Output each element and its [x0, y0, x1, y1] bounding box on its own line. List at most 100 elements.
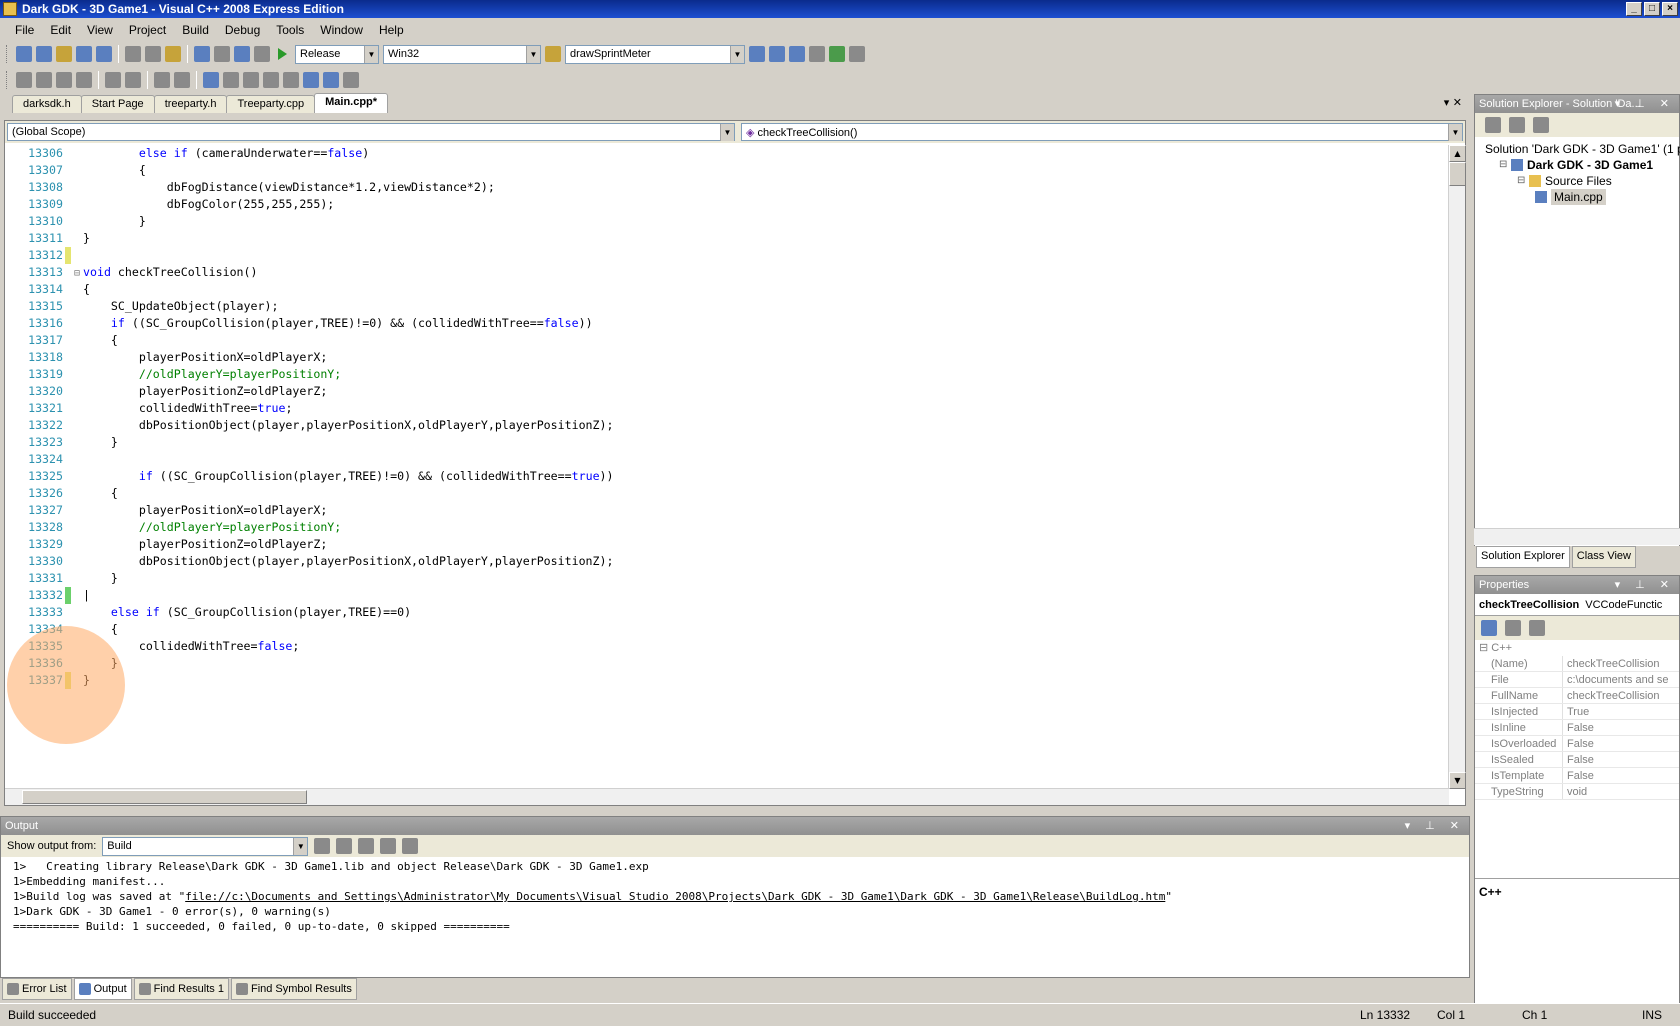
solution-horizontal-scrollbar[interactable] — [1474, 528, 1680, 545]
code-line[interactable]: 13325 if ((SC_GroupCollision(player,TREE… — [5, 468, 1447, 485]
code-line[interactable]: 13324 — [5, 451, 1447, 468]
property-row[interactable]: IsSealed False — [1475, 752, 1679, 768]
property-pages-icon[interactable] — [1529, 620, 1545, 636]
previous-bookmark-icon[interactable] — [223, 72, 239, 88]
previous-bookmark-folder-icon[interactable] — [263, 72, 279, 88]
cut-icon[interactable] — [125, 46, 141, 62]
code-line[interactable]: 13311} — [5, 230, 1447, 247]
tab-solution-explorer[interactable]: Solution Explorer — [1476, 546, 1570, 568]
toolbox-icon[interactable] — [809, 46, 825, 62]
horizontal-scroll-thumb[interactable] — [22, 790, 307, 804]
menu-help[interactable]: Help — [372, 23, 411, 37]
clear-all-icon[interactable] — [380, 838, 397, 854]
next-bookmark-folder-icon[interactable] — [283, 72, 299, 88]
property-row[interactable]: TypeString void — [1475, 784, 1679, 800]
menu-window[interactable]: Window — [313, 23, 370, 37]
tab-treeparty-cpp[interactable]: Treeparty.cpp — [226, 95, 316, 113]
minimize-button[interactable]: _ — [1626, 2, 1642, 16]
save-icon[interactable] — [76, 46, 92, 62]
new-project-icon[interactable] — [16, 46, 32, 62]
scroll-down-icon[interactable]: ▼ — [1449, 772, 1466, 789]
solution-configuration-select[interactable]: Release ▼ — [295, 44, 379, 64]
copy-icon[interactable] — [145, 46, 161, 62]
code-line[interactable]: 13337} — [5, 672, 1447, 689]
property-row[interactable]: File c:\documents and se — [1475, 672, 1679, 688]
collapse-icon[interactable]: ⊟ — [1517, 173, 1529, 189]
code-line[interactable]: 13307 { — [5, 162, 1447, 179]
code-line[interactable]: 13336 } — [5, 655, 1447, 672]
categorized-icon[interactable] — [1481, 620, 1497, 636]
close-button[interactable]: × — [1662, 2, 1678, 16]
property-row[interactable]: IsInjected True — [1475, 704, 1679, 720]
tab-class-view[interactable]: Class View — [1571, 546, 1636, 568]
tree-item[interactable]: ⊟ Source Files — [1481, 173, 1679, 189]
code-line[interactable]: 13331 } — [5, 570, 1447, 587]
navigate-forward-icon[interactable] — [254, 46, 270, 62]
code-line[interactable]: 13318 playerPositionX=oldPlayerX; — [5, 349, 1447, 366]
increase-indent-icon[interactable] — [125, 72, 141, 88]
panel-buttons[interactable]: ▾ ⊥ ✕ — [1615, 576, 1675, 594]
property-category[interactable]: ⊟ C++ — [1475, 640, 1679, 656]
start-debugging-icon[interactable] — [278, 48, 287, 60]
properties-window-icon[interactable] — [769, 46, 785, 62]
comment-out-icon[interactable] — [154, 72, 170, 88]
code-line[interactable]: 13323 } — [5, 434, 1447, 451]
code-line[interactable]: 13314 { — [5, 281, 1447, 298]
code-line[interactable]: 13330 dbPositionObject(player,playerPosi… — [5, 553, 1447, 570]
code-line[interactable]: 13309 dbFogColor(255,255,255); — [5, 196, 1447, 213]
scroll-up-icon[interactable]: ▲ — [1449, 145, 1466, 162]
code-line[interactable]: 13335 collidedWithTree=false; — [5, 638, 1447, 655]
previous-bookmark-document-icon[interactable] — [303, 72, 319, 88]
collapse-icon[interactable]: ⊟ — [71, 265, 83, 282]
add-item-icon[interactable] — [36, 46, 52, 62]
next-bookmark-icon[interactable] — [243, 72, 259, 88]
tab-find-symbol-results[interactable]: Find Symbol Results — [230, 978, 357, 1000]
editor-horizontal-scrollbar[interactable] — [5, 788, 1449, 805]
uncomment-icon[interactable] — [174, 72, 190, 88]
solution-tree[interactable]: Solution 'Dark GDK - 3D Game1' (1 p ⊟ Dark… — [1475, 137, 1680, 205]
next-bookmark-document-icon[interactable] — [323, 72, 339, 88]
find-previous-message-icon[interactable] — [336, 838, 353, 854]
code-line[interactable]: 13327 playerPositionX=oldPlayerX; — [5, 502, 1447, 519]
code-line[interactable]: 13321 collidedWithTree=true; — [5, 400, 1447, 417]
tab-find-results-1[interactable]: Find Results 1 — [133, 978, 229, 1000]
display-object-member-list-icon[interactable] — [16, 72, 32, 88]
open-file-icon[interactable] — [56, 46, 72, 62]
go-to-line-icon[interactable] — [314, 838, 331, 854]
find-combo[interactable]: drawSprintMeter ▼ — [565, 44, 745, 64]
solution-platform-select[interactable]: Win32 ▼ — [383, 44, 541, 64]
output-text[interactable]: 1> Creating library Release\Dark GDK - 3… — [1, 857, 1469, 936]
member-select[interactable]: ◈ checkTreeCollision() ▼ — [741, 123, 1463, 141]
code-line[interactable]: 13310 } — [5, 213, 1447, 230]
property-row[interactable]: IsOverloaded False — [1475, 736, 1679, 752]
property-row[interactable]: IsInline False — [1475, 720, 1679, 736]
code-line[interactable]: 13312 — [5, 247, 1447, 264]
code-line[interactable]: 13333 else if (SC_GroupCollision(player,… — [5, 604, 1447, 621]
navigate-backward-icon[interactable] — [234, 46, 250, 62]
refresh-icon[interactable] — [1533, 117, 1549, 133]
display-word-completion-icon[interactable] — [76, 72, 92, 88]
find-in-files-icon[interactable] — [545, 46, 561, 62]
code-line[interactable]: 13334 { — [5, 621, 1447, 638]
menu-project[interactable]: Project — [122, 23, 173, 37]
redo-icon[interactable] — [214, 46, 230, 62]
code-line[interactable]: 13313 ⊟ void checkTreeCollision() — [5, 264, 1447, 281]
close-document-icon[interactable]: ▾ ✕ — [1444, 96, 1462, 109]
save-all-icon[interactable] — [96, 46, 112, 62]
code-line[interactable]: 13306 else if (cameraUnderwater==false) — [5, 145, 1447, 162]
tab-error-list[interactable]: Error List — [2, 978, 72, 1000]
tab-darksdk-h[interactable]: darksdk.h — [12, 95, 82, 113]
decrease-indent-icon[interactable] — [105, 72, 121, 88]
editor-vertical-scrollbar[interactable]: ▲ ▼ — [1448, 145, 1466, 789]
toggle-word-wrap-icon[interactable] — [402, 838, 419, 854]
code-line[interactable]: 13320 playerPositionZ=oldPlayerZ; — [5, 383, 1447, 400]
display-quick-info-icon[interactable] — [56, 72, 72, 88]
tree-item[interactable]: ⊟ Dark GDK - 3D Game1 — [1481, 157, 1679, 173]
alphabetical-icon[interactable] — [1505, 620, 1521, 636]
properties-object-select[interactable]: checkTreeCollision VCCodeFunctic — [1475, 594, 1679, 616]
menu-debug[interactable]: Debug — [218, 23, 267, 37]
show-all-files-icon[interactable] — [1509, 117, 1525, 133]
code-line[interactable]: 13319 //oldPlayerY=playerPositionY; — [5, 366, 1447, 383]
panel-buttons[interactable]: ▾ ⊥ ✕ — [1405, 817, 1465, 835]
menu-view[interactable]: View — [80, 23, 120, 37]
